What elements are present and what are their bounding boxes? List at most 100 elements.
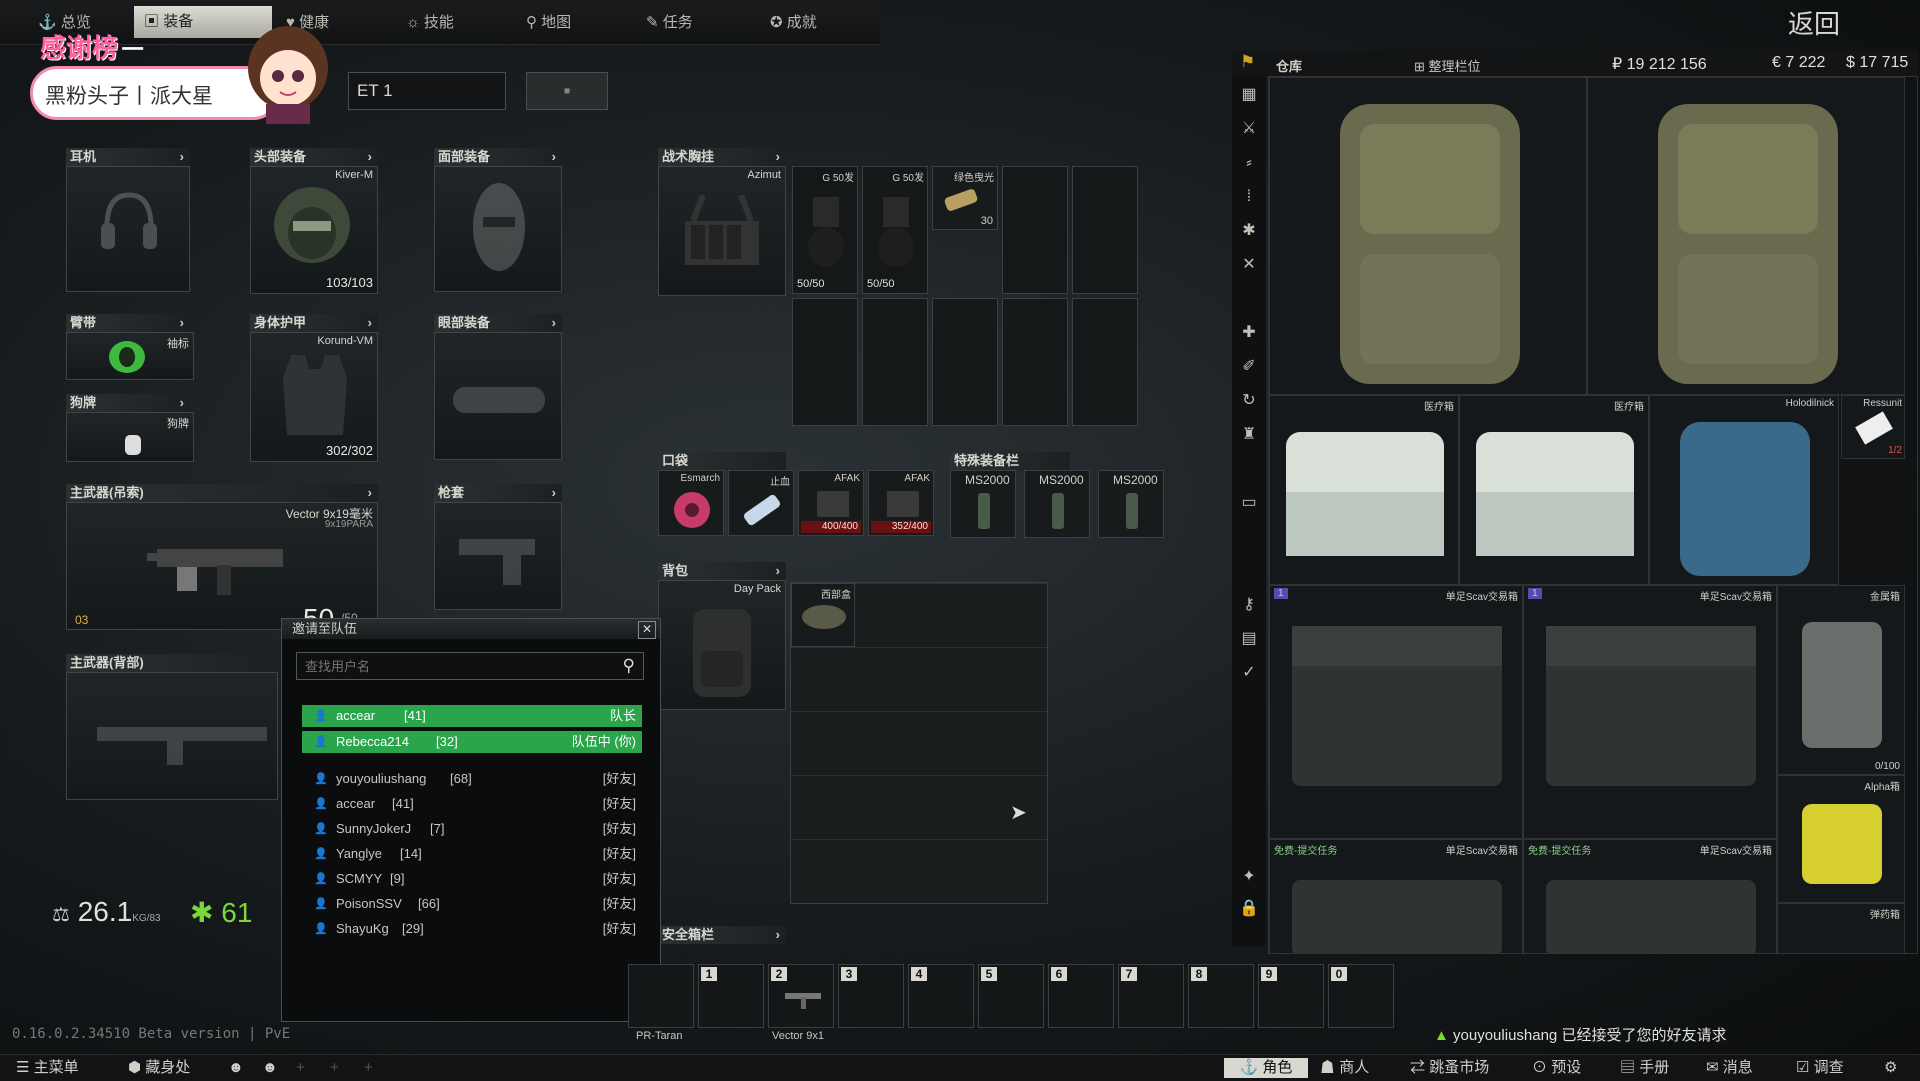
main-menu-button[interactable]: ☰ 主菜单 bbox=[16, 1058, 79, 1078]
chevron-right-icon[interactable]: › bbox=[552, 314, 556, 332]
quickslot[interactable]: 5 bbox=[978, 964, 1044, 1028]
flea-market-button[interactable]: ⇄ 跳蚤市场 bbox=[1410, 1058, 1489, 1078]
tab-tasks[interactable]: ✎ 任务 bbox=[636, 10, 703, 36]
pocket-esmarch[interactable]: Esmarch bbox=[658, 470, 724, 536]
back-button[interactable]: 返回 bbox=[1788, 4, 1840, 41]
gear-filter-icon[interactable]: ✱ bbox=[1238, 220, 1260, 242]
chevron-right-icon[interactable]: › bbox=[368, 314, 372, 332]
special-ms2000[interactable]: MS2000 bbox=[950, 470, 1016, 538]
quickslot[interactable]: 3 bbox=[838, 964, 904, 1028]
add-slot-icon[interactable]: + bbox=[296, 1058, 305, 1078]
chevron-right-icon[interactable]: › bbox=[776, 562, 780, 580]
chevron-right-icon[interactable]: › bbox=[180, 394, 184, 412]
dogtag-slot[interactable]: 狗牌 bbox=[66, 412, 194, 462]
info-filter-icon[interactable]: ▤ bbox=[1238, 628, 1260, 650]
search-icon[interactable]: ⚲ bbox=[623, 656, 635, 676]
sort-button[interactable]: ⊞ 整理栏位 bbox=[1414, 56, 1481, 75]
quickslot[interactable]: 9 bbox=[1258, 964, 1324, 1028]
rig-cell-empty[interactable] bbox=[932, 298, 998, 426]
backpack-item[interactable]: 西部盒 bbox=[791, 583, 855, 647]
survey-button[interactable]: ☑ 调查 bbox=[1796, 1058, 1844, 1078]
rig-cell-mag[interactable]: G 50发 50/50 bbox=[792, 166, 858, 294]
friend-row[interactable]: 👤 accear [41] [好友] bbox=[302, 792, 642, 816]
profile-icon[interactable]: ☻ bbox=[228, 1058, 244, 1078]
quickslot[interactable]: 0 bbox=[1328, 964, 1394, 1028]
preset-field[interactable]: ET 1 bbox=[348, 72, 506, 110]
holster-slot[interactable] bbox=[434, 502, 562, 610]
friend-row[interactable]: 👤 youyouliushang [68] [好友] bbox=[302, 767, 642, 791]
party-member-row[interactable]: 👤 Rebecca214 [32] 队伍中 (你) bbox=[302, 731, 642, 753]
close-icon[interactable]: ✕ bbox=[638, 621, 656, 639]
stash-item-medcase[interactable]: 医疗箱 bbox=[1459, 395, 1649, 585]
stash-item-crate[interactable]: 1 单足Scav交易箱 bbox=[1523, 585, 1777, 839]
stash-item-ammo-box[interactable]: 弹药箱 bbox=[1777, 903, 1905, 953]
special-ms2000[interactable]: MS2000 bbox=[1024, 470, 1090, 538]
stash-grid[interactable]: 医疗箱 医疗箱 Holodilnick Ressunit 1/2 1 单足Sca… bbox=[1268, 76, 1918, 954]
quickslot[interactable]: 4 bbox=[908, 964, 974, 1028]
chevron-right-icon[interactable]: › bbox=[552, 148, 556, 166]
friend-row[interactable]: 👤 ShayuKg [29] [好友] bbox=[302, 917, 642, 941]
chevron-right-icon[interactable]: › bbox=[776, 926, 780, 944]
mods-filter-icon[interactable]: ↻ bbox=[1238, 390, 1260, 412]
handbook-button[interactable]: ▤ 手册 bbox=[1620, 1058, 1669, 1078]
chevron-right-icon[interactable]: › bbox=[552, 484, 556, 502]
chevron-right-icon[interactable]: › bbox=[368, 148, 372, 166]
rig-cell-empty[interactable] bbox=[1002, 166, 1068, 294]
stash-item-backpack[interactable] bbox=[1587, 77, 1905, 395]
armor-filter-icon[interactable]: ♜ bbox=[1238, 424, 1260, 446]
rig-cell-empty[interactable] bbox=[1072, 166, 1138, 294]
friend-row[interactable]: 👤 SunnyJokerJ [7] [好友] bbox=[302, 817, 642, 841]
pocket-afak[interactable]: AFAK 352/400 bbox=[868, 470, 934, 536]
rig-cell-ammo[interactable]: 绿色曳光 30 bbox=[932, 166, 998, 230]
quickslot[interactable]: 6 bbox=[1048, 964, 1114, 1028]
presets-button[interactable]: ⊙ 预设 bbox=[1532, 1058, 1581, 1078]
stash-item-backpack[interactable] bbox=[1269, 77, 1587, 395]
backpack-grid[interactable]: 西部盒 bbox=[790, 582, 1048, 904]
earpiece-slot[interactable] bbox=[66, 166, 190, 292]
backpack-slot[interactable]: Day Pack bbox=[658, 580, 786, 710]
stash-item-crate[interactable]: 1 单足Scav交易箱 bbox=[1269, 585, 1523, 839]
stash-item-crate[interactable]: 免费-提交任务 单足Scav交易箱 bbox=[1523, 839, 1777, 953]
armband-slot[interactable]: 袖标 bbox=[66, 332, 194, 380]
rig-cell-empty[interactable] bbox=[1072, 298, 1138, 426]
stash-item-crate[interactable]: 免费-提交任务 单足Scav交易箱 bbox=[1269, 839, 1523, 953]
primary-back-slot[interactable] bbox=[66, 672, 278, 800]
chevron-right-icon[interactable]: › bbox=[368, 484, 372, 502]
stash-item-ressunit[interactable]: Ressunit 1/2 bbox=[1841, 395, 1905, 459]
pin-filter-icon[interactable]: ✦ bbox=[1238, 866, 1260, 888]
chevron-right-icon[interactable]: › bbox=[180, 148, 184, 166]
settings-icon[interactable]: ⚙ bbox=[1884, 1058, 1897, 1078]
friend-row[interactable]: 👤 SCMYY [9] [好友] bbox=[302, 867, 642, 891]
rig-cell-empty[interactable] bbox=[792, 298, 858, 426]
key-filter-icon[interactable]: ⚷ bbox=[1238, 594, 1260, 616]
headwear-slot[interactable]: Kiver-M 103/103 bbox=[250, 166, 378, 294]
quickslot[interactable]: 7 bbox=[1118, 964, 1184, 1028]
pocket-hemostat[interactable]: 止血 bbox=[728, 470, 794, 536]
pocket-afak[interactable]: AFAK 400/400 bbox=[798, 470, 864, 536]
stash-item-holodilnick[interactable]: Holodilnick bbox=[1649, 395, 1839, 585]
friend-row[interactable]: 👤 PoisonSSV [66] [好友] bbox=[302, 892, 642, 916]
stash-item-medcase[interactable]: 医疗箱 bbox=[1269, 395, 1459, 585]
traders-button[interactable]: ☗ 商人 bbox=[1320, 1058, 1369, 1078]
all-items-icon[interactable]: ▦ bbox=[1238, 84, 1260, 106]
search-field[interactable]: ⚲ bbox=[296, 652, 644, 680]
special-ms2000[interactable]: MS2000 bbox=[1098, 470, 1164, 538]
quickslot[interactable]: 1 bbox=[698, 964, 764, 1028]
rig-cell-empty[interactable] bbox=[1002, 298, 1068, 426]
knife-filter-icon[interactable]: ⸗ bbox=[1238, 152, 1260, 174]
party-member-row[interactable]: 👤 accear [41] 队长 bbox=[302, 705, 642, 727]
character-button[interactable]: ⚓ 角色 bbox=[1224, 1058, 1308, 1078]
tab-achievements[interactable]: ✪ 成就 bbox=[760, 10, 827, 36]
tab-map[interactable]: ⚲ 地图 bbox=[516, 10, 581, 36]
primary-sling-slot[interactable]: Vector 9x19毫米 9x19PARA 03 50 /50 bbox=[66, 502, 378, 634]
chevron-right-icon[interactable]: › bbox=[180, 314, 184, 332]
quest-filter-icon[interactable]: ✓ bbox=[1238, 662, 1260, 684]
tab-skills[interactable]: ☼ 技能 bbox=[396, 10, 464, 36]
hideout-button[interactable]: ⬢ 藏身处 bbox=[128, 1058, 190, 1078]
tactical-rig-slot[interactable]: Azimut bbox=[658, 166, 786, 296]
quickslot[interactable]: 8 bbox=[1188, 964, 1254, 1028]
eyewear-slot[interactable] bbox=[434, 332, 562, 460]
rig-cell-mag[interactable]: G 50发 50/50 bbox=[862, 166, 928, 294]
lock-filter-icon[interactable]: 🔒 bbox=[1238, 898, 1260, 920]
friend-row[interactable]: 👤 Yanglye [14] [好友] bbox=[302, 842, 642, 866]
